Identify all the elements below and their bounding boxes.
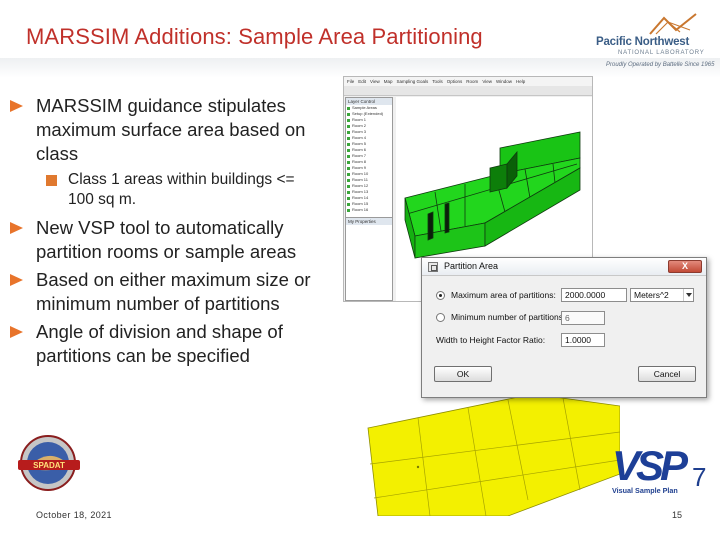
min-number-label: Minimum number of partitions: xyxy=(451,312,566,322)
menu-item[interactable]: Help xyxy=(516,79,525,84)
slide-title: MARSSIM Additions: Sample Area Partition… xyxy=(26,24,483,49)
max-area-radio[interactable] xyxy=(436,290,445,300)
bullet-item: MARSSIM guidance stipulates maximum surf… xyxy=(10,94,320,166)
pnnl-logo: Pacific Northwest NATIONAL LABORATORY Pr… xyxy=(596,12,714,72)
dialog-title-bar: Partition Area X xyxy=(422,258,706,276)
bullet-item: Based on either maximum size or minimum … xyxy=(10,268,320,316)
page-number: 15 xyxy=(672,510,683,520)
spadat-logo: SPADAT xyxy=(18,435,80,491)
bullet-text: MARSSIM guidance stipulates maximum surf… xyxy=(36,95,306,164)
menu-item[interactable]: Map xyxy=(384,79,393,84)
chevron-down-icon xyxy=(683,289,693,301)
ratio-label: Width to Height Factor Ratio: xyxy=(436,335,546,345)
max-area-label: Maximum area of partitions: xyxy=(451,290,556,300)
bullet-arrow-icon xyxy=(10,100,23,112)
pnnl-mark-icon xyxy=(649,13,697,35)
slide-header: MARSSIM Additions: Sample Area Partition… xyxy=(0,0,720,78)
bullet-arrow-icon xyxy=(10,326,23,338)
partition-area-dialog: Partition Area X Maximum area of partiti… xyxy=(421,257,707,398)
min-number-input[interactable]: 6 xyxy=(561,311,605,325)
bullet-text: Based on either maximum size or minimum … xyxy=(36,269,311,314)
unit-select[interactable]: Meters^2 xyxy=(630,288,694,302)
bullet-text: Angle of division and shape of partition… xyxy=(36,321,283,366)
menu-item[interactable]: Sampling Goals xyxy=(396,79,428,84)
bullet-arrow-icon xyxy=(10,274,23,286)
properties-panel: My Properties xyxy=(345,217,393,301)
vsp-letters: VSP xyxy=(612,442,688,489)
logo-tagline: Proudly Operated by Battelle Since 1965 xyxy=(606,62,715,68)
toolbar xyxy=(344,86,592,96)
menu-item[interactable]: File xyxy=(347,79,354,84)
footer-date: October 18, 2021 xyxy=(36,510,112,520)
min-number-radio[interactable] xyxy=(436,312,445,322)
window-icon xyxy=(428,262,438,272)
unit-select-value: Meters^2 xyxy=(634,290,669,300)
max-area-option[interactable]: Maximum area of partitions: xyxy=(436,288,556,302)
menu-item[interactable]: View xyxy=(370,79,380,84)
min-number-option[interactable]: Minimum number of partitions: xyxy=(436,310,565,324)
ok-button[interactable]: OK xyxy=(434,366,492,382)
logo-name: Pacific Northwest xyxy=(596,36,690,48)
sub-bullet-item: Class 1 areas within buildings <= 100 sq… xyxy=(10,170,320,210)
vsp-logo: VSP 7 Visual Sample Plan xyxy=(612,444,712,498)
bullet-item: Angle of division and shape of partition… xyxy=(10,320,320,368)
menu-item[interactable]: Tools xyxy=(432,79,443,84)
tree-title: Layer Control xyxy=(346,98,392,105)
bullet-square-icon xyxy=(46,175,57,186)
menu-item[interactable]: Window xyxy=(496,79,512,84)
spadat-label: SPADAT xyxy=(33,461,65,470)
props-title: My Properties xyxy=(346,218,392,225)
menu-item[interactable]: View xyxy=(482,79,492,84)
bullet-list: MARSSIM guidance stipulates maximum surf… xyxy=(10,94,320,372)
vsp-product-name: Visual Sample Plan xyxy=(612,486,678,495)
vsp-version: 7 xyxy=(692,462,707,492)
tree-item[interactable]: Room 16 xyxy=(346,207,392,213)
room-3d-view xyxy=(404,131,581,259)
close-button[interactable]: X xyxy=(668,260,702,273)
ratio-row: Width to Height Factor Ratio: xyxy=(436,333,545,347)
bullet-item: New VSP tool to automatically partition … xyxy=(10,216,320,264)
bullet-text: Class 1 areas within buildings <= 100 sq… xyxy=(68,171,295,208)
bullet-text: New VSP tool to automatically partition … xyxy=(36,217,297,262)
logo-subtitle: NATIONAL LABORATORY xyxy=(618,50,705,56)
menu-item[interactable]: Room xyxy=(466,79,478,84)
dialog-title: Partition Area xyxy=(444,261,499,271)
cancel-button[interactable]: Cancel xyxy=(638,366,696,382)
bullet-arrow-icon xyxy=(10,222,23,234)
ratio-input[interactable]: 1.0000 xyxy=(561,333,605,347)
menu-bar: File Edit View Map Sampling Goals Tools … xyxy=(344,77,592,86)
menu-item[interactable]: Edit xyxy=(358,79,366,84)
menu-item[interactable]: Options xyxy=(447,79,463,84)
max-area-input[interactable]: 2000.0000 xyxy=(561,288,627,302)
floor-plan-view xyxy=(367,394,620,516)
